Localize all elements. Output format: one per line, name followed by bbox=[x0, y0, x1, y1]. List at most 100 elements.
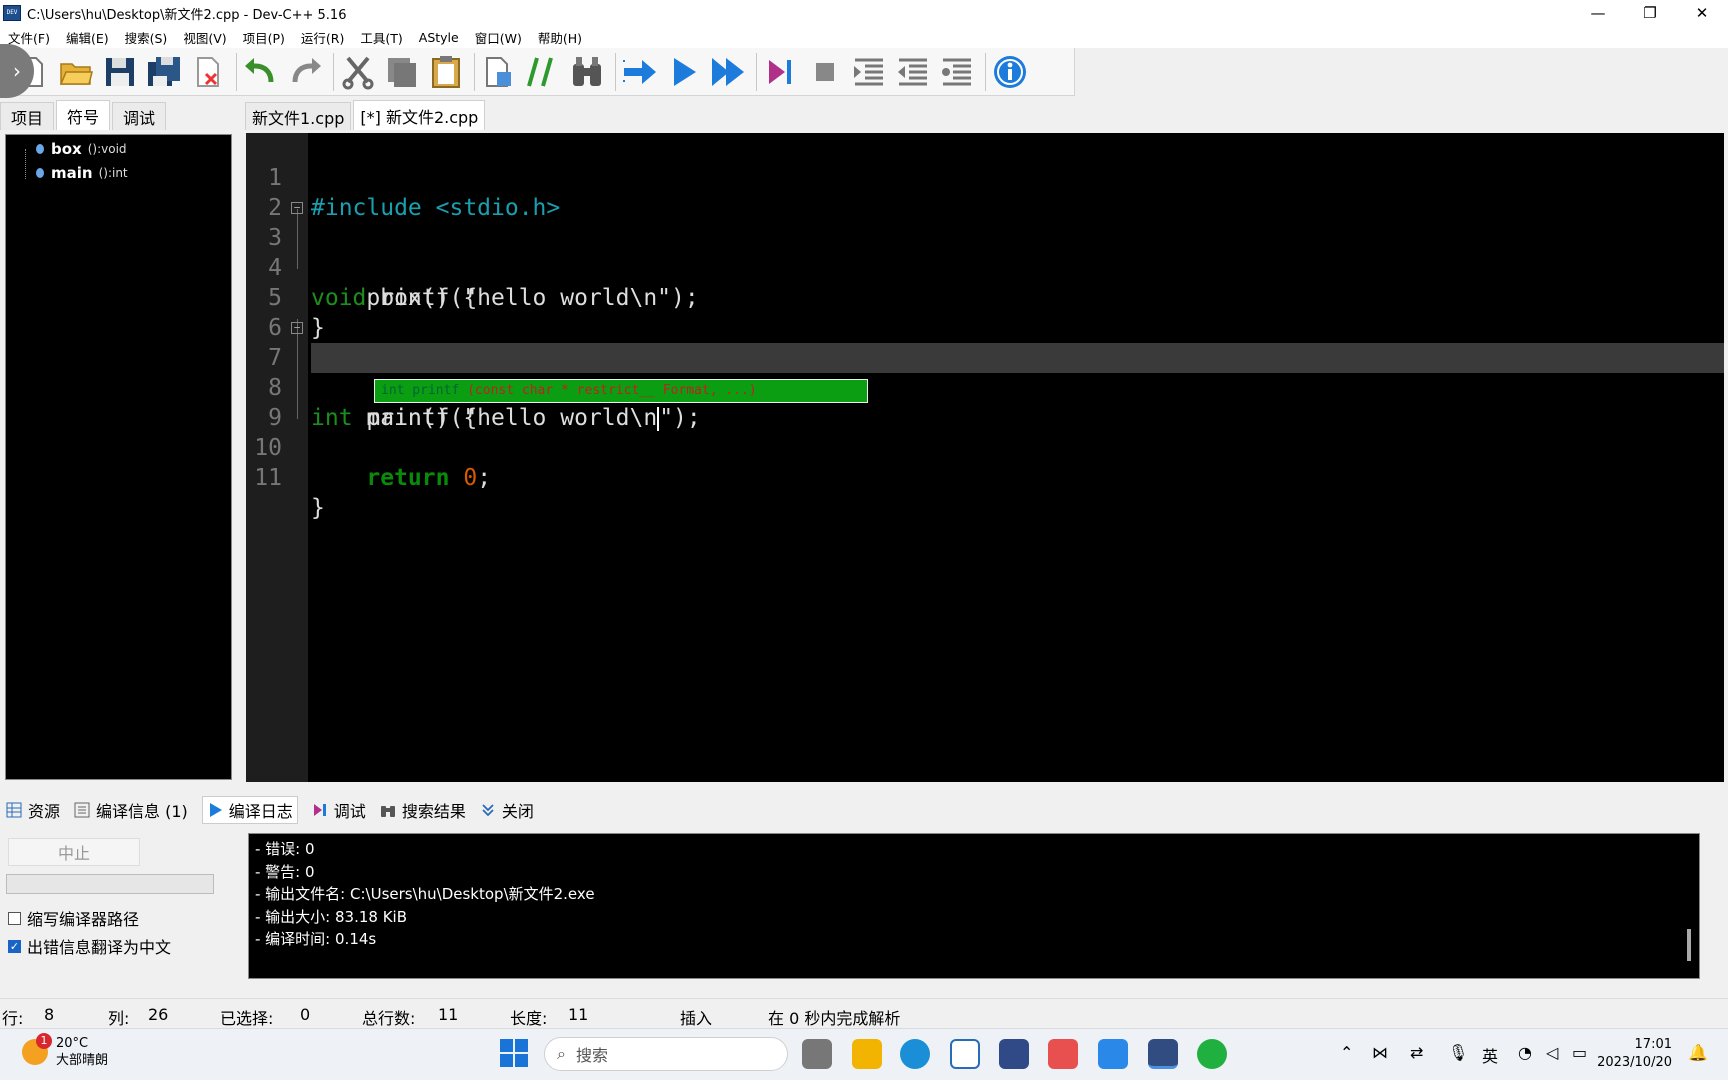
tab-label: 关闭 bbox=[501, 802, 534, 821]
microphone-icon[interactable]: 🎙 bbox=[1448, 1043, 1468, 1062]
tab-debug[interactable]: 调试 bbox=[112, 102, 167, 130]
compile-run-icon[interactable] bbox=[708, 50, 748, 94]
menu-window[interactable]: 窗口(W) bbox=[475, 28, 522, 47]
notification-bell-icon[interactable]: 🔔 bbox=[1688, 1043, 1708, 1062]
tray-app-icon[interactable]: ⋈ bbox=[1372, 1043, 1388, 1062]
tab-compile-info[interactable]: 编译信息 (1) bbox=[74, 796, 188, 824]
battery-icon[interactable]: ▭ bbox=[1572, 1043, 1587, 1062]
stop-button[interactable]: 中止 bbox=[8, 838, 140, 866]
about-icon[interactable] bbox=[990, 50, 1030, 94]
find-icon[interactable] bbox=[567, 50, 607, 94]
fold-toggle-icon[interactable]: − bbox=[291, 202, 303, 214]
code-text: ; bbox=[477, 465, 492, 491]
tab-symbols[interactable]: 符号 bbox=[56, 100, 111, 130]
search-icon: ⌕ bbox=[557, 1044, 566, 1063]
save-all-icon[interactable] bbox=[144, 50, 184, 94]
ime-indicator[interactable]: 英 bbox=[1482, 1043, 1498, 1067]
code-editor[interactable]: 1 #include <stdio.h> 2 3 − void box() { … bbox=[246, 133, 1724, 782]
close-file-icon[interactable] bbox=[188, 50, 228, 94]
chevron-up-icon[interactable]: ⌃ bbox=[1340, 1043, 1353, 1062]
bottom-tabs: 资源 编译信息 (1) 编译日志 调试 搜索结果 关闭 bbox=[0, 795, 1728, 825]
redo-icon[interactable] bbox=[285, 50, 325, 94]
shorten-compiler-path-checkbox[interactable]: 缩写编译器路径 bbox=[8, 906, 139, 930]
run-icon[interactable] bbox=[664, 50, 704, 94]
menu-help[interactable]: 帮助(H) bbox=[538, 28, 582, 47]
file-explorer-icon[interactable] bbox=[852, 1039, 882, 1069]
log-line: - 输出文件名: C:\Users\hu\Desktop\新文件2.exe bbox=[255, 885, 595, 903]
checkbox[interactable]: ✓ bbox=[8, 939, 21, 953]
save-icon[interactable] bbox=[100, 50, 140, 94]
copy-icon[interactable] bbox=[382, 50, 422, 94]
status-selected-label: 已选择: bbox=[220, 1009, 274, 1028]
binoculars-icon bbox=[380, 802, 396, 818]
store-icon[interactable] bbox=[950, 1039, 980, 1069]
tab-label: 资源 bbox=[28, 802, 61, 821]
status-selected: 0 bbox=[300, 1005, 311, 1024]
debug-icon[interactable] bbox=[761, 50, 801, 94]
close-button[interactable]: ✕ bbox=[1676, 0, 1728, 26]
volume-icon[interactable]: ◁ bbox=[1546, 1043, 1558, 1062]
menu-search[interactable]: 搜索(S) bbox=[125, 28, 168, 47]
symbol-item[interactable]: main ():int bbox=[6, 161, 231, 185]
start-windows-icon[interactable] bbox=[500, 1039, 528, 1067]
tab-project[interactable]: 项目 bbox=[0, 102, 55, 130]
cut-icon[interactable] bbox=[338, 50, 378, 94]
tab-debug[interactable]: 调试 bbox=[312, 796, 366, 824]
translate-errors-checkbox[interactable]: ✓ 出错信息翻译为中文 bbox=[8, 934, 171, 958]
new-project-icon[interactable] bbox=[479, 50, 519, 94]
tab-close[interactable]: 关闭 bbox=[480, 796, 534, 824]
menu-run[interactable]: 运行(R) bbox=[301, 28, 344, 47]
wifi-icon[interactable]: ◔ bbox=[1518, 1043, 1532, 1062]
open-folder-icon[interactable] bbox=[56, 50, 96, 94]
stop-icon[interactable] bbox=[805, 50, 845, 94]
debug-icon bbox=[312, 802, 328, 818]
title-bar: DEV C:\Users\hu\Desktop\新文件2.cpp - Dev-C… bbox=[0, 0, 1728, 26]
wechat-icon[interactable] bbox=[1197, 1039, 1227, 1069]
edge-browser-icon[interactable] bbox=[900, 1039, 930, 1069]
task-view-icon[interactable] bbox=[802, 1039, 832, 1069]
compile-icon[interactable] bbox=[620, 50, 660, 94]
toggle-icon[interactable] bbox=[937, 50, 977, 94]
clock[interactable]: 17:01 2023/10/20 bbox=[1597, 1036, 1672, 1072]
menu-astyle[interactable]: AStyle bbox=[419, 30, 459, 45]
undo-icon[interactable] bbox=[241, 50, 281, 94]
indent-icon[interactable] bbox=[849, 50, 889, 94]
status-row-label: 行: bbox=[2, 1009, 24, 1028]
tooltip-params: (const char * restrict__ Format, ...) bbox=[467, 383, 757, 398]
unindent-icon[interactable] bbox=[893, 50, 933, 94]
tree-line bbox=[25, 149, 26, 179]
menu-file[interactable]: 文件(F) bbox=[8, 28, 50, 47]
menu-view[interactable]: 视图(V) bbox=[183, 28, 226, 47]
symbol-panel: box ():void main ():int bbox=[5, 134, 232, 780]
menu-edit[interactable]: 编辑(E) bbox=[66, 28, 109, 47]
minimize-button[interactable]: — bbox=[1572, 0, 1624, 26]
tab-file-1[interactable]: 新文件1.cpp bbox=[245, 102, 352, 130]
code-line: 4 printf("hello world\n"); bbox=[246, 223, 1724, 311]
code-line: 11 } bbox=[246, 433, 1724, 521]
weather-temperature: 20°C bbox=[56, 1036, 89, 1051]
swap-icon[interactable]: ⇄ bbox=[1410, 1043, 1423, 1062]
status-bar: 行: 8 列: 26 已选择: 0 总行数: 11 长度: 11 插入 在 0 … bbox=[0, 998, 1728, 1028]
paste-icon[interactable] bbox=[426, 50, 466, 94]
symbol-item[interactable]: box ():void bbox=[6, 137, 231, 161]
weather-widget[interactable]: 1 20°C 大部晴朗 bbox=[22, 1033, 108, 1069]
app-icon: DEV bbox=[3, 5, 21, 21]
devcpp-taskbar-icon[interactable] bbox=[1148, 1039, 1178, 1069]
status-col-label: 列: bbox=[108, 1009, 130, 1028]
cloud-icon[interactable] bbox=[1098, 1039, 1128, 1069]
tab-search-results[interactable]: 搜索结果 bbox=[380, 796, 466, 824]
restore-button[interactable]: ❐ bbox=[1624, 0, 1676, 26]
taskbar-search[interactable]: ⌕ 搜索 bbox=[544, 1037, 788, 1071]
app-icon-red[interactable] bbox=[1048, 1039, 1078, 1069]
tab-resources[interactable]: 资源 bbox=[6, 796, 60, 824]
app-icon-m[interactable] bbox=[999, 1039, 1029, 1069]
tab-compile-log[interactable]: 编译日志 bbox=[201, 796, 298, 824]
log-scrollbar[interactable] bbox=[1687, 929, 1691, 961]
fold-toggle-icon[interactable]: − bbox=[291, 322, 303, 334]
checkbox[interactable] bbox=[8, 911, 21, 925]
function-icon bbox=[36, 144, 44, 154]
comment-icon[interactable] bbox=[523, 50, 563, 94]
menu-project[interactable]: 项目(P) bbox=[243, 28, 285, 47]
tab-file-2[interactable]: [*] 新文件2.cpp bbox=[353, 100, 486, 130]
menu-tools[interactable]: 工具(T) bbox=[360, 28, 402, 47]
